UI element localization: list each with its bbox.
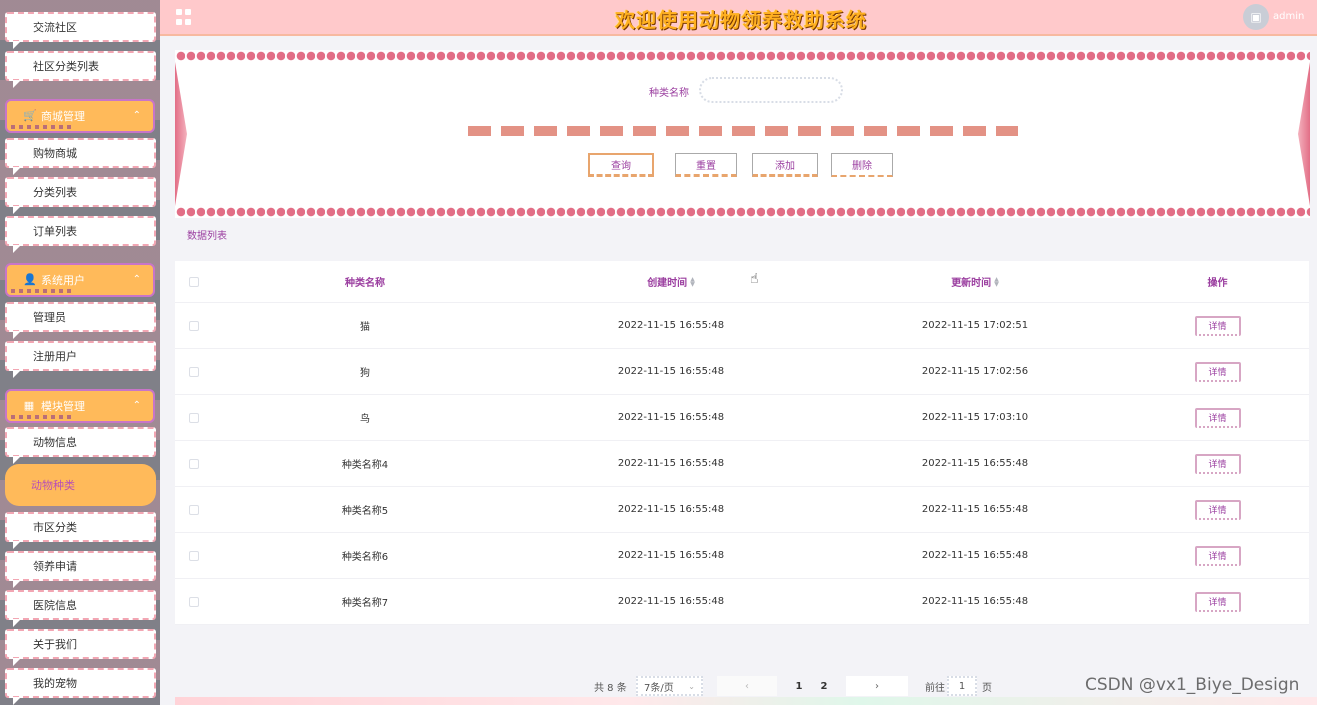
avatar[interactable]: ▣	[1243, 4, 1269, 30]
sidebar-item-hospital-info[interactable]: 医院信息	[5, 590, 156, 627]
sort-icon[interactable]: ▲ ▼	[690, 276, 695, 287]
sort-icon[interactable]: ▲ ▼	[994, 276, 999, 287]
query-button[interactable]: 查询	[588, 153, 654, 177]
sidebar-item-about-us[interactable]: 关于我们	[5, 629, 156, 666]
search-panel: 种类名称 查询 重置 添加 删除	[175, 50, 1310, 218]
table-row: 鸟 2022-11-15 16:55:48 2022-11-15 17:03:1…	[175, 395, 1309, 441]
header-created[interactable]: 创建时间 ▲ ▼	[571, 261, 771, 302]
watermark: CSDN @vx1_Biye_Design	[1085, 675, 1300, 695]
page-size-select[interactable]: 7条/页 ⌄	[636, 676, 703, 696]
row-checkbox[interactable]	[189, 550, 199, 561]
row-checkbox[interactable]	[189, 504, 199, 515]
chevron-right-icon: ›	[875, 680, 879, 692]
header-name: 种类名称	[345, 278, 385, 289]
sidebar-item-registered-user[interactable]: 注册用户	[5, 341, 156, 378]
detail-button[interactable]: 详情	[1194, 591, 1241, 612]
row-checkbox[interactable]	[189, 366, 199, 377]
delete-button[interactable]: 删除	[831, 153, 893, 177]
sidebar-item-animal-info[interactable]: 动物信息	[5, 427, 156, 464]
sidebar-item-admin[interactable]: 管理员	[5, 302, 156, 339]
table-row: 猫 2022-11-15 16:55:48 2022-11-15 17:02:5…	[175, 303, 1309, 349]
grid-icon: ▦	[23, 399, 35, 412]
page-1[interactable]: 1	[788, 676, 810, 696]
page-2[interactable]: 2	[813, 676, 835, 696]
reset-button[interactable]: 重置	[675, 153, 737, 177]
sidebar-item-shop[interactable]: 购物商城	[5, 138, 156, 175]
sidebar-item-category-list[interactable]: 分类列表	[5, 177, 156, 214]
cart-icon: 🛒	[23, 109, 37, 122]
select-all-checkbox[interactable]	[189, 276, 199, 287]
sidebar-group-module[interactable]: ▦ 模块管理 ⌃	[5, 389, 155, 423]
data-table: 种类名称 创建时间 ▲ ▼ 更新时间 ▲ ▼ 操作 猫 2022-11-15 16:55…	[175, 261, 1309, 625]
chevron-left-icon: ‹	[745, 680, 749, 692]
header-ops: 操作	[1207, 278, 1228, 289]
row-checkbox[interactable]	[189, 320, 199, 331]
chevron-down-icon: ⌄	[688, 681, 695, 691]
top-header: 欢迎使用动物领养救助系统 ▣ admin	[160, 0, 1317, 36]
row-checkbox[interactable]	[189, 458, 199, 469]
sidebar-item-animal-type[interactable]: 动物种类	[5, 464, 156, 506]
table-row: 狗 2022-11-15 16:55:48 2022-11-15 17:02:5…	[175, 349, 1309, 395]
sidebar-group-shop[interactable]: 🛒 商城管理 ⌃	[5, 99, 155, 133]
sidebar-item-adoption-apply[interactable]: 领养申请	[5, 551, 156, 588]
prev-page-button[interactable]: ‹	[717, 676, 777, 696]
sidebar-item-community[interactable]: 交流社区	[5, 12, 156, 49]
page-title: 欢迎使用动物领养救助系统	[615, 8, 867, 32]
sidebar-group-user[interactable]: 👤 系统用户 ⌃	[5, 263, 155, 297]
sidebar-item-city-category[interactable]: 市区分类	[5, 512, 156, 549]
goto-page-input[interactable]	[947, 676, 977, 696]
sidebar-item-my-pets[interactable]: 我的宠物	[5, 668, 156, 705]
username-label[interactable]: admin	[1273, 11, 1304, 22]
user-icon: 👤	[23, 273, 37, 286]
detail-button[interactable]: 详情	[1194, 315, 1241, 336]
sidebar-item-order-list[interactable]: 订单列表	[5, 216, 156, 253]
table-row: 种类名称5 2022-11-15 16:55:48 2022-11-15 16:…	[175, 487, 1309, 533]
table-row: 种类名称7 2022-11-15 16:55:48 2022-11-15 16:…	[175, 579, 1309, 625]
decorative-divider	[468, 126, 1018, 136]
type-name-input[interactable]	[699, 77, 843, 103]
detail-button[interactable]: 详情	[1194, 499, 1241, 520]
add-button[interactable]: 添加	[752, 153, 818, 177]
menu-toggle-icon[interactable]	[176, 9, 192, 25]
list-caption: 数据列表	[187, 231, 227, 242]
header-updated[interactable]: 更新时间 ▲ ▼	[875, 261, 1075, 302]
detail-button[interactable]: 详情	[1194, 453, 1241, 474]
pointer-cursor-icon: ☝	[750, 271, 759, 287]
sidebar: 交流社区 社区分类列表 🛒 商城管理 ⌃ 购物商城 分类列表 订单列表 👤 系统…	[0, 0, 160, 705]
pagination-total: 共 8 条	[594, 682, 627, 694]
image-icon: ▣	[1250, 10, 1262, 24]
detail-button[interactable]: 详情	[1194, 407, 1241, 428]
detail-button[interactable]: 详情	[1194, 361, 1241, 382]
table-row: 种类名称4 2022-11-15 16:55:48 2022-11-15 16:…	[175, 441, 1309, 487]
search-label: 种类名称	[649, 88, 689, 99]
detail-button[interactable]: 详情	[1194, 545, 1241, 566]
goto-unit: 页	[982, 682, 992, 694]
table-header-row: 种类名称 创建时间 ▲ ▼ 更新时间 ▲ ▼ 操作	[175, 261, 1309, 303]
goto-label: 前往	[925, 682, 945, 694]
chevron-up-icon: ⌃	[132, 274, 141, 285]
row-checkbox[interactable]	[189, 596, 199, 607]
chevron-up-icon: ⌃	[132, 110, 141, 121]
row-checkbox[interactable]	[189, 412, 199, 423]
sidebar-item-community-category[interactable]: 社区分类列表	[5, 51, 156, 88]
chevron-up-icon: ⌃	[132, 400, 141, 411]
next-page-button[interactable]: ›	[846, 676, 908, 696]
table-row: 种类名称6 2022-11-15 16:55:48 2022-11-15 16:…	[175, 533, 1309, 579]
